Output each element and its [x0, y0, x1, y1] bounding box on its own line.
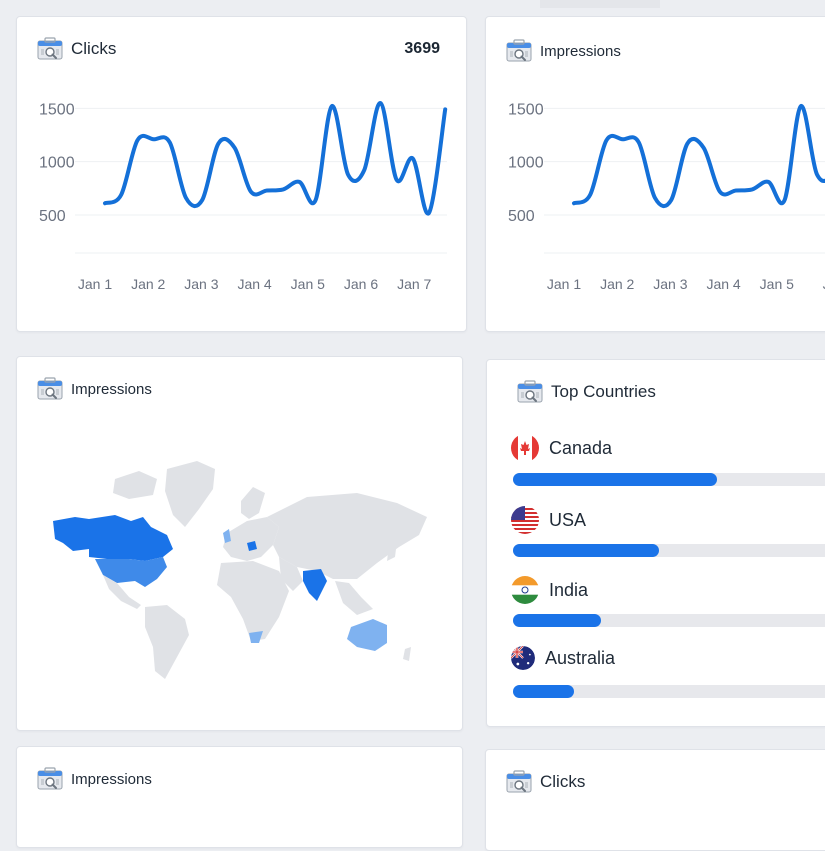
country-bar-usa	[513, 544, 660, 557]
search-console-icon	[517, 380, 543, 404]
india-flag-icon	[511, 576, 539, 604]
x-tick-label: Jan 1	[78, 276, 112, 292]
map-region-uk	[223, 529, 231, 543]
x-tick-label: Jan 4	[237, 276, 271, 292]
map-region-australia	[347, 619, 387, 651]
country-bar-track	[513, 685, 825, 698]
clicks-total-value: 3699	[404, 40, 440, 57]
x-tick-label: Jan 5	[760, 276, 794, 292]
country-name: USA	[549, 509, 587, 530]
x-tick-label: Jan 3	[653, 276, 687, 292]
map-region-new-zealand	[403, 647, 411, 661]
card-title: Impressions	[71, 770, 152, 788]
impressions-chart-card: Impressions 500 1000 1500 Jan 1 Jan 2 Jan 3 Ja…	[485, 16, 825, 332]
y-tick-label: 1500	[508, 101, 544, 118]
map-region-africa	[217, 561, 289, 641]
country-bar-track	[513, 614, 825, 627]
card-header: Top Countries	[517, 380, 656, 404]
country-bar-track	[513, 473, 825, 486]
y-tick-label: 1000	[508, 155, 544, 172]
world-map	[53, 461, 427, 679]
country-name: India	[549, 579, 589, 600]
clicks-line-chart: 500 1000 1500 Jan 1 Jan 2 Jan 3 Jan 4 Jan 5 Jan …	[39, 100, 448, 292]
clicks-chart-card: Clicks 3699 500 1000 1500 Jan 1 Jan 2 Jan 3 Ja…	[16, 16, 467, 332]
top-countries-card: Top Countries Canada USA India Australia	[486, 359, 825, 727]
y-tick-label: 1500	[39, 101, 75, 118]
x-tick-label: Jan 4	[706, 276, 740, 292]
impressions-line-chart: 50010001500Jan 1Jan 2Jan 3Jan 4Jan 5Ja	[508, 101, 825, 292]
country-bar-canada	[513, 473, 717, 486]
map-region-usa	[95, 557, 167, 587]
clicks-bottom-card: Clicks	[485, 749, 825, 851]
australia-flag-icon	[511, 646, 535, 670]
x-tick-label: Jan 5	[291, 276, 325, 292]
country-bar-track	[513, 544, 825, 557]
map-region-greenland	[165, 461, 215, 527]
canada-flag-icon	[511, 434, 539, 462]
map-region-arctic-islands	[113, 471, 157, 499]
x-tick-label: Jan 7	[397, 276, 431, 292]
y-tick-label: 500	[508, 208, 535, 225]
x-tick-label: Jan 1	[547, 276, 581, 292]
country-row-australia: Australia	[511, 646, 615, 670]
x-tick-label: Jan 3	[184, 276, 218, 292]
series-line	[103, 100, 448, 216]
card-header: Clicks	[506, 770, 585, 794]
impressions-map-card: Impressions	[16, 356, 463, 731]
series-line	[572, 104, 825, 208]
top-edge-strip	[540, 0, 660, 8]
y-tick-label: 500	[39, 208, 66, 225]
map-region-canada	[89, 515, 173, 561]
map-region-india	[303, 569, 327, 601]
country-row-india: India	[511, 576, 588, 604]
country-row-usa: USA	[511, 506, 586, 534]
card-header: Impressions	[506, 39, 621, 63]
country-bar-australia	[513, 685, 575, 698]
country-row-canada: Canada	[511, 434, 612, 462]
card-title: Top Countries	[551, 382, 656, 401]
map-region-south-america	[145, 605, 189, 679]
card-header: Clicks	[37, 37, 116, 61]
map-region-europe	[223, 517, 279, 561]
country-bar-india	[513, 614, 602, 627]
search-console-icon	[506, 770, 532, 794]
country-name: Australia	[545, 647, 616, 668]
x-tick-label: Jan 2	[600, 276, 634, 292]
x-tick-label: Jan 6	[344, 276, 378, 292]
impressions-bottom-card: Impressions	[16, 746, 463, 848]
map-region-south-africa	[249, 631, 263, 643]
usa-flag-icon	[511, 506, 539, 534]
map-region-southeast-asia	[335, 581, 373, 615]
card-header: Impressions	[37, 767, 152, 791]
map-region-alaska	[53, 517, 89, 551]
x-tick-label: Jan 2	[131, 276, 165, 292]
search-console-icon	[37, 37, 63, 61]
y-tick-label: 1000	[39, 155, 75, 172]
card-title: Clicks	[540, 772, 586, 791]
card-title: Impressions	[540, 42, 621, 60]
search-console-icon	[37, 767, 63, 791]
map-region-scandinavia	[241, 487, 265, 519]
country-name: Canada	[549, 437, 613, 458]
card-title: Clicks	[71, 39, 117, 58]
search-console-icon	[506, 39, 532, 63]
